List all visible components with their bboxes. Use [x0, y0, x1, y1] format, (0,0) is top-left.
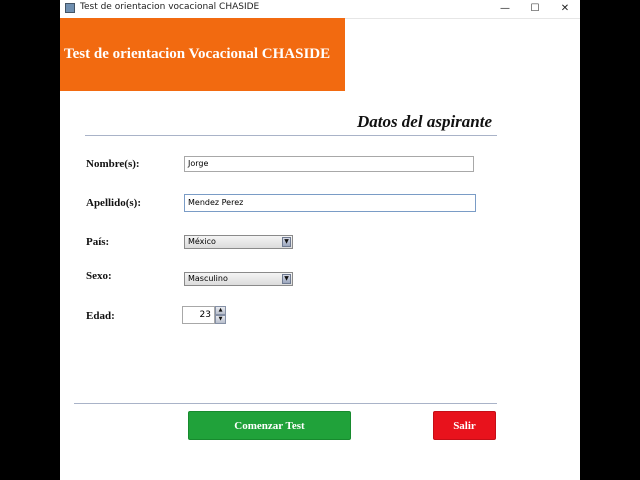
sexo-label: Sexo: — [86, 270, 112, 282]
chevron-down-icon[interactable]: ▼ — [282, 237, 291, 247]
comenzar-test-button[interactable]: Comenzar Test — [188, 411, 351, 440]
maximize-button[interactable]: ☐ — [520, 0, 550, 18]
window-title: Test de orientacion vocacional CHASIDE — [80, 2, 260, 12]
chevron-down-icon[interactable]: ▼ — [282, 274, 291, 284]
nombre-input[interactable]: Jorge — [184, 156, 474, 172]
java-app-icon — [65, 3, 75, 13]
header-title: Test de orientacion Vocacional CHASIDE — [64, 46, 331, 62]
salir-button[interactable]: Salir — [433, 411, 496, 440]
spinner-down-icon[interactable]: ▼ — [215, 315, 226, 324]
header-banner: Test de orientacion Vocacional CHASIDE — [60, 18, 345, 91]
sexo-select-value: Masculino — [188, 274, 228, 283]
app-window: Test de orientacion vocacional CHASIDE —… — [60, 0, 580, 480]
close-button[interactable]: ✕ — [550, 0, 580, 18]
apellido-input[interactable]: Mendez Perez — [184, 194, 476, 212]
pais-select-value: México — [188, 237, 216, 246]
spinner-up-icon[interactable]: ▲ — [215, 306, 226, 315]
edad-spinner[interactable]: 23 ▲ ▼ — [182, 306, 227, 324]
edad-label: Edad: — [86, 310, 115, 322]
edad-spinner-value[interactable]: 23 — [182, 306, 215, 324]
section-title: Datos del aspirante — [356, 112, 492, 131]
title-bar: Test de orientacion vocacional CHASIDE —… — [60, 0, 580, 19]
minimize-button[interactable]: — — [490, 0, 520, 18]
sexo-select[interactable]: Masculino ▼ — [184, 272, 293, 286]
pais-label: País: — [86, 236, 110, 248]
apellido-label: Apellido(s): — [86, 197, 141, 209]
section-divider — [85, 135, 497, 136]
nombre-label: Nombre(s): — [86, 158, 140, 170]
footer-divider — [74, 403, 497, 404]
pais-select[interactable]: México ▼ — [184, 235, 293, 249]
